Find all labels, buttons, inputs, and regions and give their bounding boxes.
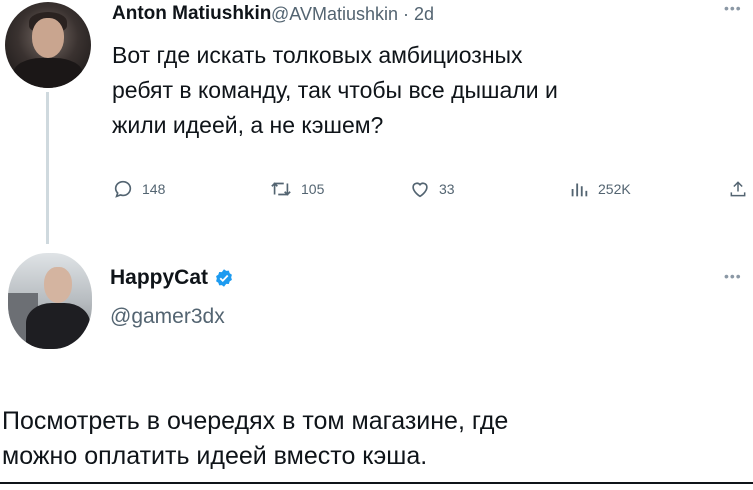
retweet-count: 105 xyxy=(301,181,325,197)
author-name[interactable]: Anton Matiushkin xyxy=(112,3,271,25)
share-button[interactable] xyxy=(728,178,748,200)
more-dots-icon[interactable]: ••• xyxy=(724,0,742,16)
views-count: 252K xyxy=(598,181,631,197)
reply-author-avatar[interactable] xyxy=(8,253,92,349)
reply-author-handle[interactable]: @gamer3dx xyxy=(110,305,225,329)
retweet-button[interactable]: 105 xyxy=(269,178,324,200)
views-button[interactable]: 252K xyxy=(568,178,631,200)
reply-count: 148 xyxy=(142,181,166,197)
share-icon xyxy=(730,181,746,197)
reply-icon xyxy=(114,180,132,198)
more-dots-icon[interactable]: ••• xyxy=(724,268,742,284)
reply-button[interactable]: 148 xyxy=(112,178,165,200)
thread-line xyxy=(46,92,49,244)
reply-author-name[interactable]: HappyCat xyxy=(110,266,208,290)
reply-text: Посмотреть в очередях в том магазине, гд… xyxy=(2,407,509,470)
tweet-text: Вот где искать толковых амбициозных ребя… xyxy=(112,42,558,138)
author-avatar[interactable] xyxy=(5,2,91,88)
divider xyxy=(0,482,753,484)
verified-badge-icon xyxy=(216,269,232,287)
views-icon xyxy=(571,183,588,197)
reply-author-name-row[interactable]: HappyCat xyxy=(110,266,234,290)
author-handle-time[interactable]: @AVMatiushkin · 2d xyxy=(271,4,434,25)
like-button[interactable]: 33 xyxy=(409,178,455,200)
like-count: 33 xyxy=(439,181,455,197)
retweet-icon xyxy=(271,182,291,196)
heart-icon xyxy=(412,182,428,198)
tweet-actions: 148 105 33 252K xyxy=(0,178,753,204)
